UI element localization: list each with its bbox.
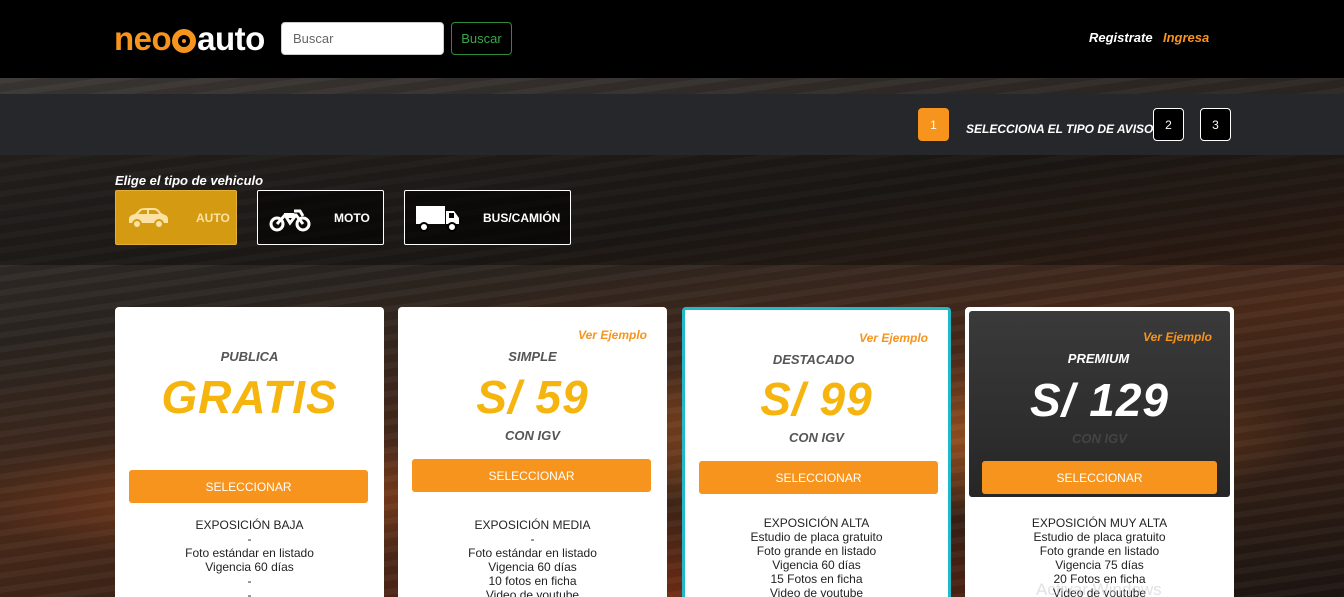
feature-item: EXPOSICIÓN BAJA: [195, 518, 304, 532]
plan-card-destacado: Ver Ejemplo DESTACADO S/ 99 CON IGV SELE…: [682, 307, 951, 597]
plan-card-simple: Ver Ejemplo SIMPLE S/ 59 CON IGV SELECCI…: [398, 307, 667, 597]
plan-igv: CON IGV: [505, 428, 560, 443]
plan-price: S/ 59: [476, 371, 589, 423]
step-bar: 1 SELECCIONA EL TIPO DE AVISO 2 3: [0, 94, 1344, 155]
feature-item: Vigencia 60 días: [205, 560, 294, 574]
plan-card-premium: Ver Ejemplo PREMIUM S/ 129 CON IGV SELEC…: [965, 307, 1234, 597]
feature-item: EXPOSICIÓN MEDIA: [474, 518, 591, 532]
feature-item: EXPOSICIÓN ALTA: [763, 516, 870, 530]
select-plan-button[interactable]: SELECCIONAR: [699, 461, 938, 494]
feature-item: Vigencia 75 días: [1055, 558, 1144, 572]
neoauto-logo[interactable]: neo auto: [114, 20, 265, 58]
feature-item: Foto estándar en listado: [468, 546, 597, 560]
plan-igv: CON IGV: [1072, 431, 1127, 446]
see-example-link[interactable]: Ver Ejemplo: [859, 331, 928, 345]
feature-item: Foto grande en listado: [1039, 544, 1160, 558]
feature-item: -: [530, 532, 535, 546]
windows-activation-watermark: Activar Windows: [1036, 580, 1162, 597]
plan-features: EXPOSICIÓN BAJA - Foto estándar en lista…: [115, 518, 384, 597]
logo-auto-text: auto: [197, 20, 265, 57]
register-link[interactable]: Registrate: [1089, 30, 1153, 45]
vehicle-option-moto[interactable]: MOTO: [257, 190, 384, 245]
step-2: 2: [1153, 108, 1184, 141]
plan-price: S/ 129: [1030, 374, 1169, 426]
plan-igv: CON IGV: [789, 430, 844, 445]
feature-item: EXPOSICIÓN MUY ALTA: [1031, 516, 1168, 530]
plan-name: PREMIUM: [1067, 351, 1130, 366]
wheel-icon: [172, 29, 197, 53]
top-header: neo auto Buscar Registrate Ingresa: [0, 0, 1344, 78]
search-button[interactable]: Buscar: [451, 22, 512, 55]
car-icon: [129, 207, 168, 229]
see-example-link[interactable]: Ver Ejemplo: [578, 328, 647, 342]
step-label: SELECCIONA EL TIPO DE AVISO: [966, 122, 1154, 136]
feature-item: Foto grande en listado: [756, 544, 877, 558]
plan-price: GRATIS: [161, 371, 338, 423]
vehicle-type-title: Elige el tipo de vehiculo: [115, 173, 264, 188]
plan-features: EXPOSICIÓN ALTA Estudio de placa gratuit…: [685, 516, 948, 597]
vehicle-type-section: Elige el tipo de vehiculo AUTO MOTO BUS/…: [0, 155, 1344, 265]
truck-icon: [416, 205, 459, 232]
step-3: 3: [1200, 108, 1231, 141]
feature-item: -: [247, 588, 252, 597]
see-example-link[interactable]: Ver Ejemplo: [1143, 330, 1212, 344]
feature-item: Video de youtube: [485, 588, 580, 597]
plan-name: SIMPLE: [508, 349, 557, 364]
feature-item: Vigencia 60 días: [772, 558, 861, 572]
plan-name: PUBLICA: [220, 349, 279, 364]
login-link[interactable]: Ingresa: [1163, 30, 1209, 45]
step-1: 1: [918, 108, 949, 141]
plan-price: S/ 99: [760, 373, 873, 425]
feature-item: -: [247, 532, 252, 546]
feature-item: Video de youtube: [769, 586, 864, 597]
vehicle-option-label: MOTO: [334, 210, 370, 225]
feature-item: 10 fotos en ficha: [488, 574, 577, 588]
select-plan-button[interactable]: SELECCIONAR: [412, 459, 651, 492]
motorcycle-icon: [269, 209, 311, 231]
plan-card-publica: PUBLICA GRATIS SELECCIONAR EXPOSICIÓN BA…: [115, 307, 384, 597]
vehicle-option-label: AUTO: [196, 210, 230, 225]
select-plan-button[interactable]: SELECCIONAR: [129, 470, 368, 503]
feature-item: 15 Fotos en ficha: [770, 572, 863, 586]
logo-neo-text: neo: [114, 20, 172, 57]
vehicle-option-auto[interactable]: AUTO: [115, 190, 237, 245]
search-input[interactable]: [281, 22, 444, 55]
feature-item: Vigencia 60 días: [488, 560, 577, 574]
feature-item: Estudio de placa gratuito: [750, 530, 883, 544]
feature-item: Foto estándar en listado: [185, 546, 314, 560]
plan-name: DESTACADO: [772, 352, 855, 367]
plan-features: EXPOSICIÓN MEDIA - Foto estándar en list…: [398, 518, 667, 597]
select-plan-button[interactable]: SELECCIONAR: [982, 461, 1217, 494]
feature-item: -: [247, 574, 252, 588]
feature-item: Estudio de placa gratuito: [1033, 530, 1166, 544]
vehicle-option-bus-camion[interactable]: BUS/CAMIÓN: [404, 190, 571, 245]
vehicle-option-label: BUS/CAMIÓN: [483, 210, 561, 225]
